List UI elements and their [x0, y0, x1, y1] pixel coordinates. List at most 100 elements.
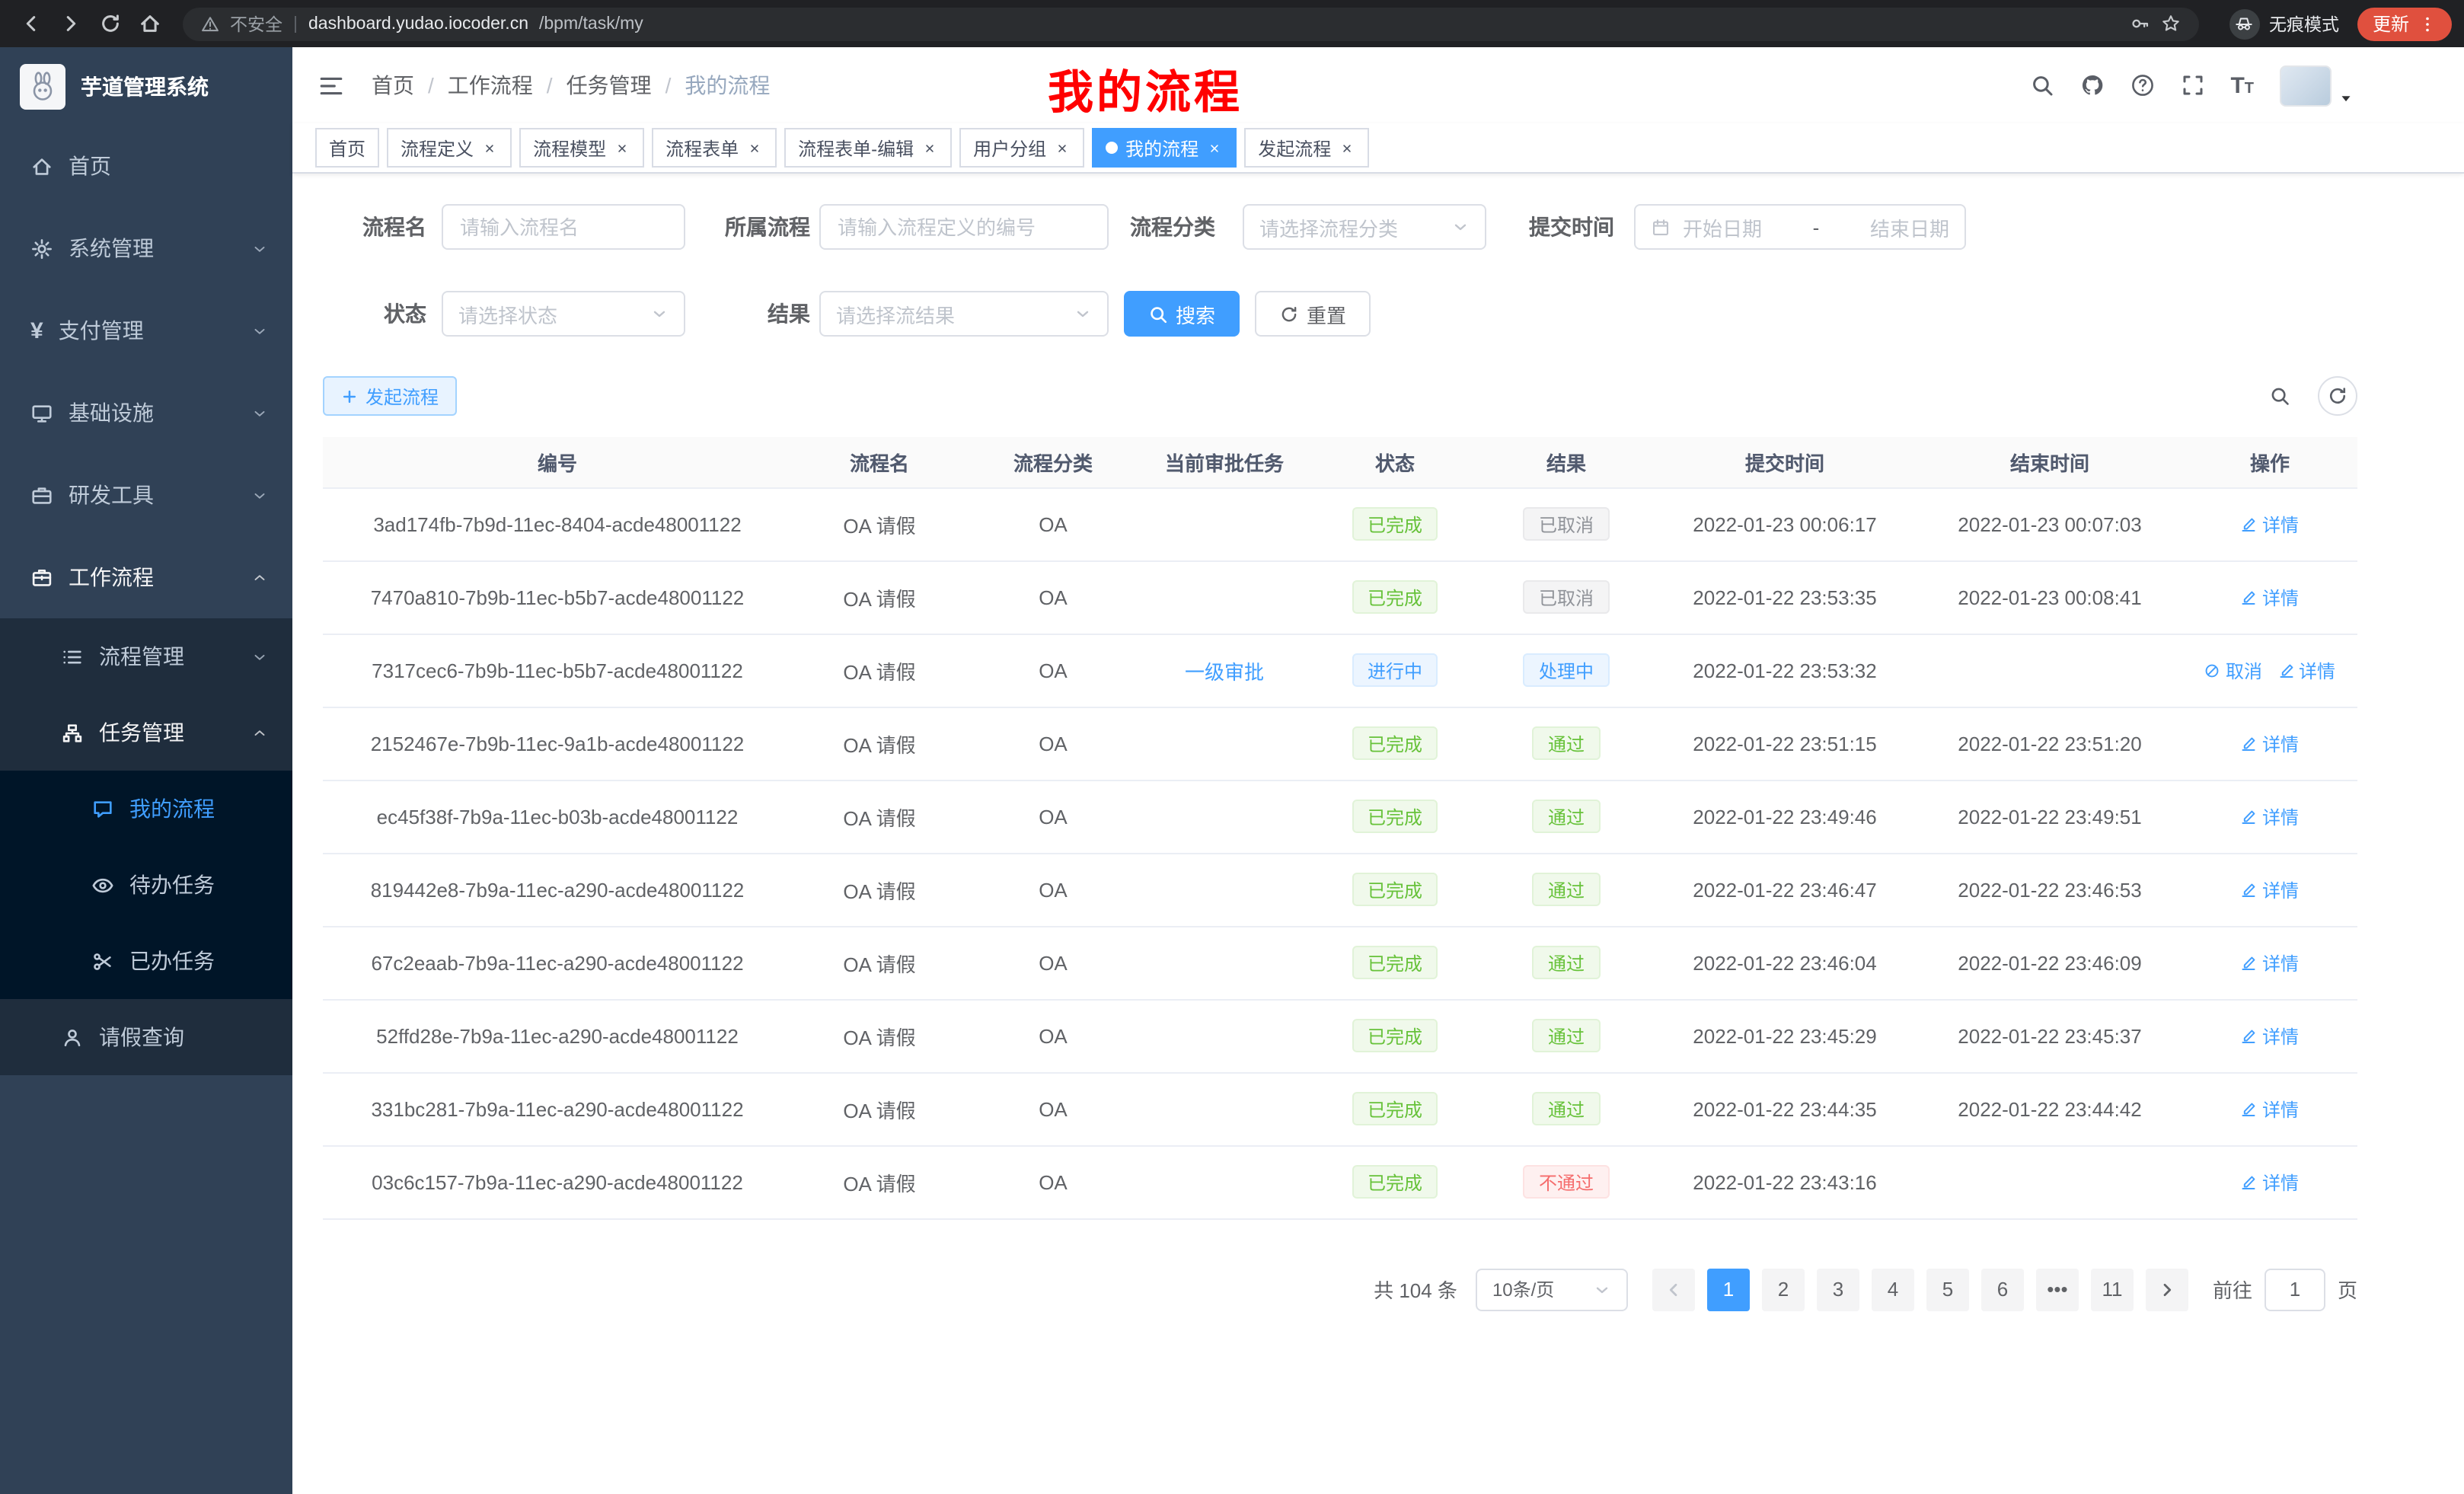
- pagination-pages: 123456 ••• 11: [1701, 1268, 2140, 1310]
- close-icon[interactable]: [481, 139, 498, 156]
- parent-process-input[interactable]: [819, 204, 1109, 250]
- sidebar-item-infrastructure[interactable]: 基础设施: [0, 372, 292, 454]
- forward-icon[interactable]: [52, 5, 88, 42]
- prev-page-button[interactable]: [1652, 1268, 1695, 1310]
- tab-label: 发起流程: [1258, 135, 1331, 161]
- search-icon[interactable]: [2029, 73, 2054, 97]
- detail-link[interactable]: 详情: [2241, 803, 2299, 829]
- row-actions: 详情: [2182, 853, 2357, 926]
- reset-button[interactable]: 重置: [1255, 291, 1371, 337]
- tab-my-process[interactable]: 我的流程: [1092, 128, 1237, 168]
- page-button-1[interactable]: 1: [1707, 1268, 1750, 1310]
- close-icon[interactable]: [614, 139, 630, 156]
- row-actions: 详情: [2182, 1145, 2357, 1218]
- row-result: 通过: [1480, 853, 1652, 926]
- tab-process-form-edit[interactable]: 流程表单-编辑: [784, 128, 952, 168]
- page-button-4[interactable]: 4: [1872, 1268, 1914, 1310]
- row-result: 已取消: [1480, 560, 1652, 634]
- tab-start-process[interactable]: 发起流程: [1244, 128, 1369, 168]
- close-icon[interactable]: [1339, 139, 1355, 156]
- sidebar-item-my-process[interactable]: 我的流程: [0, 771, 292, 847]
- app-logo-icon: [20, 63, 65, 109]
- calendar-icon: [1651, 217, 1671, 237]
- page-button-6[interactable]: 6: [1981, 1268, 2024, 1310]
- breadcrumb-item[interactable]: 首页: [372, 70, 414, 101]
- bookmark-star-icon[interactable]: [2161, 14, 2181, 34]
- result-select[interactable]: 请选择流结果: [819, 291, 1109, 337]
- refresh-table-icon[interactable]: [2318, 376, 2357, 416]
- fullscreen-icon[interactable]: [2180, 73, 2204, 97]
- detail-link[interactable]: 详情: [2241, 511, 2299, 537]
- home-icon[interactable]: [131, 5, 168, 42]
- app-logo-row[interactable]: 芋道管理系统: [0, 47, 292, 125]
- sidebar-item-label: 请假查询: [99, 1022, 184, 1052]
- more-menu-icon[interactable]: [2418, 14, 2437, 33]
- category-select[interactable]: 请选择流程分类: [1243, 204, 1486, 250]
- security-label[interactable]: 不安全: [230, 11, 282, 36]
- sidebar-item-label: 待办任务: [129, 870, 215, 900]
- address-bar[interactable]: 不安全 | dashboard.yudao.iocoder.cn/bpm/tas…: [183, 7, 2199, 40]
- detail-link[interactable]: 详情: [2241, 950, 2299, 975]
- tab-process-definition[interactable]: 流程定义: [387, 128, 512, 168]
- github-icon[interactable]: [2079, 73, 2104, 97]
- row-status: 已完成: [1310, 853, 1480, 926]
- sidebar-item-workflow[interactable]: 工作流程: [0, 536, 292, 618]
- page-button-2[interactable]: 2: [1762, 1268, 1805, 1310]
- sidebar-item-leave-query[interactable]: 请假查询: [0, 999, 292, 1075]
- current-task-link[interactable]: 一级审批: [1185, 660, 1264, 683]
- tab-process-form[interactable]: 流程表单: [652, 128, 777, 168]
- key-icon[interactable]: [2130, 14, 2150, 34]
- submit-time-range-picker[interactable]: 开始日期 - 结束日期: [1634, 204, 1966, 250]
- cancel-link[interactable]: 取消: [2204, 657, 2262, 683]
- detail-link[interactable]: 详情: [2241, 730, 2299, 756]
- close-icon[interactable]: [1206, 139, 1223, 156]
- tab-process-model[interactable]: 流程模型: [519, 128, 644, 168]
- close-icon[interactable]: [921, 139, 938, 156]
- sidebar-item-payment-management[interactable]: ¥支付管理: [0, 289, 292, 372]
- sidebar-item-done-task[interactable]: 已办任务: [0, 923, 292, 999]
- detail-link[interactable]: 详情: [2241, 876, 2299, 902]
- page-size-select[interactable]: 10条/页: [1476, 1268, 1628, 1310]
- detail-link[interactable]: 详情: [2241, 1169, 2299, 1195]
- sidebar-item-system-management[interactable]: 系统管理: [0, 207, 292, 289]
- avatar[interactable]: [2280, 65, 2332, 106]
- sidebar-item-todo-task[interactable]: 待办任务: [0, 847, 292, 923]
- page-button-3[interactable]: 3: [1817, 1268, 1859, 1310]
- toggle-search-icon[interactable]: [2260, 376, 2300, 416]
- close-icon[interactable]: [746, 139, 763, 156]
- breadcrumb-item[interactable]: 工作流程: [448, 70, 533, 101]
- status-select[interactable]: 请选择状态: [442, 291, 685, 337]
- page-button-11[interactable]: 11: [2091, 1268, 2134, 1310]
- breadcrumb-item[interactable]: 任务管理: [567, 70, 652, 101]
- help-icon[interactable]: [2130, 73, 2154, 97]
- user-menu[interactable]: [2280, 65, 2354, 106]
- detail-link[interactable]: 详情: [2277, 657, 2335, 683]
- page-jump-input[interactable]: [2265, 1268, 2325, 1310]
- next-page-button[interactable]: [2146, 1268, 2188, 1310]
- sidebar-item-task-management[interactable]: 任务管理: [0, 694, 292, 771]
- result-tag: 通过: [1533, 1019, 1600, 1052]
- toolbar-icons: [2260, 376, 2357, 416]
- back-icon[interactable]: [12, 5, 49, 42]
- detail-link[interactable]: 详情: [2241, 1023, 2299, 1049]
- sidebar-item-home[interactable]: 首页: [0, 125, 292, 207]
- create-process-button[interactable]: 发起流程: [323, 376, 457, 416]
- tab-user-group[interactable]: 用户分组: [959, 128, 1084, 168]
- sidebar-item-process-management[interactable]: 流程管理: [0, 618, 292, 694]
- detail-link[interactable]: 详情: [2241, 584, 2299, 610]
- tab-label: 我的流程: [1125, 135, 1198, 161]
- page-button-5[interactable]: 5: [1926, 1268, 1969, 1310]
- search-button[interactable]: 搜索: [1124, 291, 1240, 337]
- process-name-input[interactable]: [442, 204, 685, 250]
- tab-home[interactable]: 首页: [315, 128, 379, 168]
- update-button[interactable]: 更新: [2357, 7, 2452, 40]
- close-icon[interactable]: [1054, 139, 1071, 156]
- hamburger-icon[interactable]: [314, 69, 347, 102]
- sidebar-item-dev-tools[interactable]: 研发工具: [0, 454, 292, 536]
- row-process-name: OA 请假: [792, 1072, 967, 1145]
- reload-icon[interactable]: [91, 5, 128, 42]
- detail-link[interactable]: 详情: [2241, 1096, 2299, 1122]
- row-actions: 详情: [2182, 780, 2357, 853]
- font-size-icon[interactable]: TT: [2230, 74, 2254, 97]
- page-more-button[interactable]: •••: [2036, 1268, 2079, 1310]
